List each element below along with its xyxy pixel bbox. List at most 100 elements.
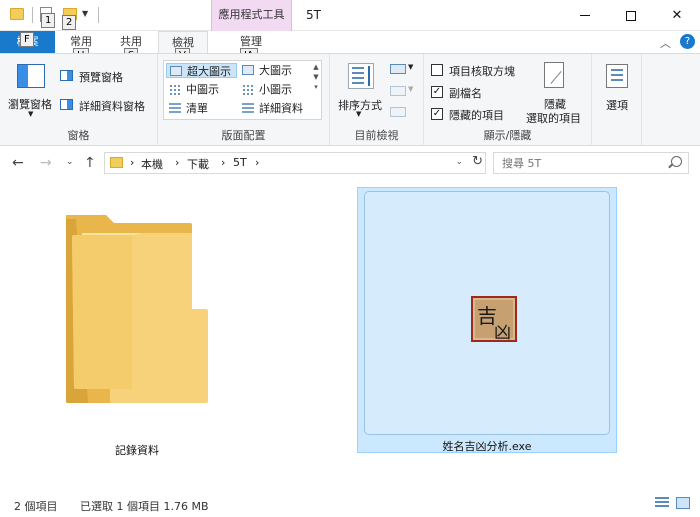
help-icon[interactable]: ? [680, 34, 695, 49]
selection-info: 已選取 1 個項目 1.76 MB [80, 500, 209, 513]
folder-icon [110, 157, 123, 168]
extra-large-icons-icon [170, 66, 182, 76]
chevron-right-icon[interactable]: › [255, 156, 259, 169]
layout-large-icons[interactable]: 大圖示 [239, 63, 311, 78]
file-name: 姓名吉凶分析.exe [442, 440, 532, 453]
search-input[interactable] [502, 155, 662, 171]
item-checkboxes-label: 項目核取方塊 [449, 65, 515, 78]
chevron-down-icon: ▼ [408, 63, 414, 71]
preview-pane-button[interactable]: 預覽窗格 [79, 69, 123, 85]
details-pane-icon [60, 99, 73, 110]
large-icons-icon [242, 65, 254, 75]
group-label-layout: 版面配置 [221, 129, 266, 142]
maximize-icon [626, 10, 636, 21]
recent-locations-icon[interactable]: ⌄ [66, 157, 74, 167]
chevron-right-icon[interactable]: › [130, 156, 134, 169]
layout-small-icons[interactable]: 小圖示 [239, 82, 311, 97]
quick-access-separator [98, 7, 99, 23]
layout-item-label: 詳細資料 [259, 102, 303, 115]
collapse-ribbon-icon[interactable]: ︿ [660, 35, 671, 51]
file-view[interactable]: 記錄資料 吉 凶 姓名吉凶分析.exe [0, 181, 700, 486]
hidden-items-checkbox[interactable]: ✓ [431, 108, 443, 120]
search-box[interactable] [493, 152, 689, 174]
navigation-pane-icon[interactable] [17, 64, 45, 88]
minimize-button[interactable] [562, 0, 608, 31]
keytip-file: F [20, 32, 34, 47]
contextual-tab-app-tools: 應用程式工具 [211, 0, 292, 31]
close-icon: ✕ [671, 8, 683, 23]
layout-item-label: 中圖示 [186, 83, 219, 96]
close-button[interactable]: ✕ [654, 0, 700, 31]
chevron-right-icon[interactable]: › [221, 156, 225, 169]
quick-access-separator [32, 7, 33, 23]
medium-icons-icon [169, 84, 181, 95]
large-icons-view-icon[interactable] [676, 497, 690, 509]
preview-pane-icon [60, 70, 73, 81]
group-label-current-view: 目前檢視 [354, 129, 399, 142]
options-button[interactable]: 選項 [606, 97, 628, 113]
more-icon[interactable]: ▾ [311, 82, 321, 92]
minimize-icon [580, 15, 590, 16]
hide-selected-icon [544, 62, 564, 88]
layout-details[interactable]: 詳細資料 [239, 101, 311, 116]
group-label-panes: 窗格 [67, 129, 90, 142]
file-item-exe[interactable]: 吉 凶 姓名吉凶分析.exe [357, 187, 617, 453]
file-extensions-label: 副檔名 [449, 87, 482, 100]
scroll-down-icon[interactable]: ▼ [311, 72, 321, 82]
file-item-folder[interactable]: 記錄資料 [42, 189, 232, 459]
layout-list[interactable]: 清單 [166, 101, 237, 116]
list-icon [169, 103, 181, 114]
item-checkboxes-checkbox[interactable] [431, 64, 443, 76]
hidden-items-label: 隱藏的項目 [449, 109, 504, 122]
small-icons-icon [242, 84, 254, 95]
breadcrumb-5t[interactable]: 5T [233, 156, 247, 169]
window-title: 5T [306, 8, 321, 22]
details-pane-button[interactable]: 詳細資料窗格 [79, 98, 145, 114]
sort-by-icon [348, 63, 374, 89]
folder-icon [66, 215, 208, 403]
up-arrow-icon[interactable]: ↑ [84, 155, 96, 171]
breadcrumb-downloads[interactable]: 下載 [187, 156, 209, 172]
ribbon: 瀏覽窗格 ▼ 預覽窗格 詳細資料窗格 窗格 版面配置 超大圖示 大圖示 中圖示 … [0, 53, 700, 146]
group-by-icon[interactable] [390, 64, 406, 74]
layout-medium-icons[interactable]: 中圖示 [166, 82, 237, 97]
forward-arrow-icon[interactable]: → [40, 155, 52, 171]
search-icon[interactable] [671, 156, 682, 167]
details-icon [242, 103, 254, 114]
back-arrow-icon[interactable]: ← [12, 155, 24, 171]
layout-item-label: 大圖示 [259, 64, 292, 77]
icon-char-2: 凶 [494, 323, 511, 343]
file-extensions-checkbox[interactable]: ✓ [431, 86, 443, 98]
group-show-hide: 項目核取方塊 ✓ 副檔名 ✓ 隱藏的項目 隱藏 選取的項目 顯示/隱藏 [424, 54, 592, 146]
app-fortune-icon: 吉 凶 [471, 296, 517, 343]
group-options: 選項 [592, 54, 642, 146]
breadcrumb-this-pc[interactable]: 本機 [141, 156, 163, 172]
details-view-icon[interactable] [655, 497, 669, 509]
address-dropdown-icon[interactable]: ⌄ [455, 157, 463, 167]
layout-item-label: 清單 [186, 102, 208, 115]
options-icon [606, 64, 628, 88]
item-count: 2 個項目 [14, 500, 58, 513]
chevron-down-icon: ▼ [28, 110, 34, 118]
refresh-icon[interactable]: ↻ [472, 154, 483, 169]
scroll-up-icon[interactable]: ▲ [311, 62, 321, 72]
layout-item-label: 超大圖示 [187, 65, 231, 78]
folder-icon[interactable] [10, 8, 24, 20]
navigation-bar: ← → ⌄ ↑ › 本機 › 下載 › 5T › ⌄ ↻ [0, 147, 700, 181]
hide-selected-line2[interactable]: 選取的項目 [526, 110, 581, 126]
layout-gallery-scroll[interactable]: ▲ ▼ ▾ [311, 62, 321, 92]
keytip-quick-access-1: 1 [41, 13, 56, 28]
group-panes: 瀏覽窗格 ▼ 預覽窗格 詳細資料窗格 窗格 [0, 54, 158, 146]
address-bar[interactable]: › 本機 › 下載 › 5T › ⌄ ↻ [104, 152, 486, 174]
thumbnail-frame: 吉 凶 [364, 191, 610, 435]
maximize-button[interactable] [608, 0, 654, 31]
layout-gallery: 超大圖示 大圖示 中圖示 小圖示 清單 詳細資料 [163, 60, 322, 120]
group-current-view: 排序方式 ▼ ▼ ▼ 目前檢視 [330, 54, 424, 146]
chevron-right-icon[interactable]: › [175, 156, 179, 169]
file-name: 記錄資料 [115, 444, 159, 457]
keytip-quick-access-2: 2 [62, 15, 77, 30]
customize-toolbar-dropdown-icon[interactable]: ▼ [82, 9, 88, 18]
chevron-down-icon: ▼ [356, 110, 362, 118]
layout-extra-large-icons[interactable]: 超大圖示 [166, 63, 237, 78]
title-bar: 1 2 ▼ 應用程式工具 5T ✕ [0, 0, 700, 31]
